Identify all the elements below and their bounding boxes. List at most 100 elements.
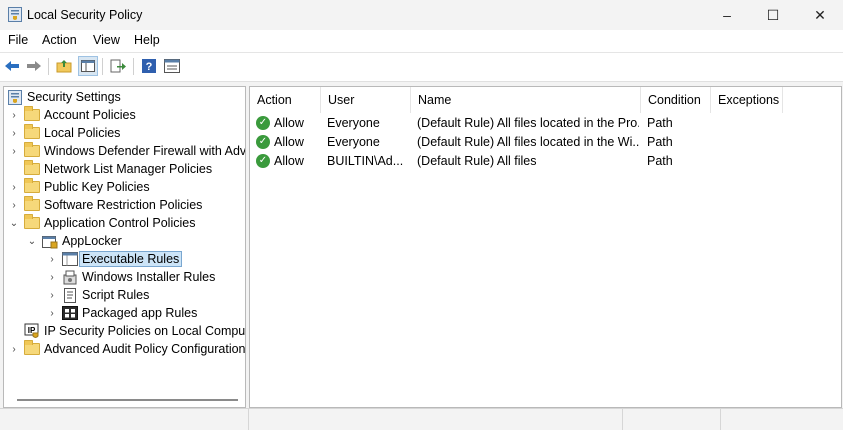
toolbar-separator bbox=[133, 58, 134, 75]
tree-item-account-policies[interactable]: › Account Policies bbox=[8, 106, 136, 124]
chevron-right-icon[interactable]: › bbox=[8, 178, 20, 196]
menu-help[interactable]: Help bbox=[134, 33, 160, 47]
toolbar-separator bbox=[102, 58, 103, 75]
condition-cell: Path bbox=[647, 134, 673, 149]
folder-icon bbox=[24, 196, 40, 211]
action-value: Allow bbox=[274, 153, 304, 168]
action-cell: ✓ Allow bbox=[256, 132, 304, 151]
chevron-right-icon[interactable]: › bbox=[8, 340, 20, 358]
executable-rules-icon bbox=[62, 252, 78, 267]
packaged-app-rules-icon bbox=[62, 306, 78, 321]
green-check-icon: ✓ bbox=[256, 134, 270, 149]
chevron-right-icon[interactable]: › bbox=[8, 142, 20, 160]
chevron-down-icon[interactable]: ⌄ bbox=[26, 232, 38, 250]
folder-icon bbox=[24, 178, 40, 193]
condition-cell: Path bbox=[647, 153, 673, 168]
folder-icon bbox=[24, 340, 40, 355]
chevron-down-icon[interactable]: ⌄ bbox=[8, 214, 20, 232]
tree-label: Account Policies bbox=[44, 108, 136, 122]
tree-item-local-policies[interactable]: › Local Policies bbox=[8, 124, 120, 142]
menu-view[interactable]: View bbox=[93, 33, 120, 47]
tree-label: AppLocker bbox=[62, 234, 122, 248]
chevron-right-icon[interactable]: › bbox=[8, 196, 20, 214]
close-button[interactable]: ✕ bbox=[797, 0, 843, 30]
toolbar: ? bbox=[0, 52, 843, 82]
column-header-exceptions[interactable]: Exceptions bbox=[711, 87, 783, 113]
tree-item-application-control[interactable]: ⌄ Application Control Policies bbox=[8, 214, 195, 232]
ip-security-icon: IP bbox=[24, 323, 40, 339]
minimize-button[interactable]: – bbox=[704, 0, 750, 30]
folder-icon bbox=[24, 124, 40, 139]
tree-item-windows-defender-firewall[interactable]: › Windows Defender Firewall with Adva bbox=[8, 142, 245, 160]
back-arrow-icon[interactable] bbox=[3, 57, 21, 75]
column-header-user[interactable]: User bbox=[321, 87, 411, 113]
no-chevron bbox=[8, 322, 20, 340]
tree-item-software-restriction[interactable]: › Software Restriction Policies bbox=[8, 196, 202, 214]
tree-item-executable-rules[interactable]: › Executable Rules bbox=[46, 250, 183, 268]
table-row[interactable]: ✓ Allow Everyone (Default Rule) All file… bbox=[250, 113, 841, 132]
tree-item-applocker[interactable]: ⌄ AppLocker bbox=[26, 232, 122, 250]
action-value: Allow bbox=[274, 115, 304, 130]
tree-item-advanced-audit-policy[interactable]: › Advanced Audit Policy Configuration bbox=[8, 340, 246, 358]
status-bar bbox=[0, 408, 843, 430]
column-header-name[interactable]: Name bbox=[411, 87, 641, 113]
tree-label: Advanced Audit Policy Configuration bbox=[44, 342, 246, 356]
name-cell: (Default Rule) All files located in the … bbox=[417, 115, 639, 130]
folder-icon bbox=[24, 142, 40, 157]
column-header-action[interactable]: Action bbox=[250, 87, 321, 113]
folder-icon bbox=[24, 160, 40, 175]
user-cell: BUILTIN\Ad... bbox=[327, 153, 404, 168]
script-rules-icon bbox=[62, 287, 78, 303]
tree-item-packaged-app-rules[interactable]: › Packaged app Rules bbox=[46, 304, 197, 322]
tree-label: Windows Installer Rules bbox=[82, 270, 216, 284]
security-policy-icon bbox=[8, 7, 22, 22]
rules-list-pane[interactable]: Action User Name Condition Exceptions ✓ … bbox=[249, 86, 842, 408]
chevron-right-icon[interactable]: › bbox=[46, 250, 58, 268]
tree-label: Security Settings bbox=[27, 90, 121, 104]
show-hide-tree-icon[interactable] bbox=[78, 56, 98, 76]
tree-pane[interactable]: Security Settings › Account Policies › L… bbox=[3, 86, 246, 408]
name-cell: (Default Rule) All files located in the … bbox=[417, 134, 639, 149]
chevron-right-icon[interactable]: › bbox=[46, 304, 58, 322]
help-icon[interactable]: ? bbox=[140, 57, 158, 75]
horizontal-scrollbar[interactable] bbox=[17, 399, 238, 401]
chevron-right-icon[interactable]: › bbox=[8, 124, 20, 142]
applocker-icon bbox=[42, 234, 58, 249]
chevron-right-icon[interactable]: › bbox=[46, 286, 58, 304]
chevron-right-icon[interactable]: › bbox=[8, 106, 20, 124]
tree-item-windows-installer-rules[interactable]: › Windows Installer Rules bbox=[46, 268, 215, 286]
tree-item-ip-security-policies[interactable]: IP IP Security Policies on Local Compute bbox=[8, 322, 246, 340]
name-cell: (Default Rule) All files bbox=[417, 153, 537, 168]
export-list-icon[interactable] bbox=[109, 57, 127, 75]
title-bar: Local Security Policy – ☐ ✕ bbox=[0, 0, 843, 30]
tree-item-script-rules[interactable]: › Script Rules bbox=[46, 286, 149, 304]
green-check-icon: ✓ bbox=[256, 153, 270, 168]
action-cell: ✓ Allow bbox=[256, 113, 304, 132]
status-segment bbox=[720, 409, 843, 430]
maximize-button[interactable]: ☐ bbox=[750, 0, 796, 30]
tree-label: Packaged app Rules bbox=[82, 306, 198, 320]
tree-label: Application Control Policies bbox=[44, 216, 196, 230]
tree-label: IP Security Policies on Local Compute bbox=[44, 324, 246, 338]
installer-rules-icon bbox=[62, 270, 78, 285]
tree-item-network-list-manager[interactable]: Network List Manager Policies bbox=[8, 160, 212, 178]
column-header-condition[interactable]: Condition bbox=[641, 87, 711, 113]
tree-label: Local Policies bbox=[44, 126, 121, 140]
properties-icon[interactable] bbox=[163, 57, 181, 75]
status-segment bbox=[622, 409, 721, 430]
table-row[interactable]: ✓ Allow BUILTIN\Ad... (Default Rule) All… bbox=[250, 151, 841, 170]
tree-label: Public Key Policies bbox=[44, 180, 150, 194]
menu-file[interactable]: File bbox=[8, 33, 28, 47]
security-settings-icon bbox=[7, 89, 23, 105]
tree-root[interactable]: Security Settings bbox=[7, 88, 121, 106]
no-chevron bbox=[8, 160, 20, 178]
menu-action[interactable]: Action bbox=[42, 33, 77, 47]
chevron-right-icon[interactable]: › bbox=[46, 268, 58, 286]
window-title: Local Security Policy bbox=[27, 8, 143, 22]
tree-item-public-key-policies[interactable]: › Public Key Policies bbox=[8, 178, 150, 196]
green-check-icon: ✓ bbox=[256, 115, 270, 130]
table-row[interactable]: ✓ Allow Everyone (Default Rule) All file… bbox=[250, 132, 841, 151]
condition-cell: Path bbox=[647, 115, 673, 130]
up-folder-icon[interactable] bbox=[55, 57, 73, 75]
forward-arrow-icon[interactable] bbox=[25, 57, 43, 75]
